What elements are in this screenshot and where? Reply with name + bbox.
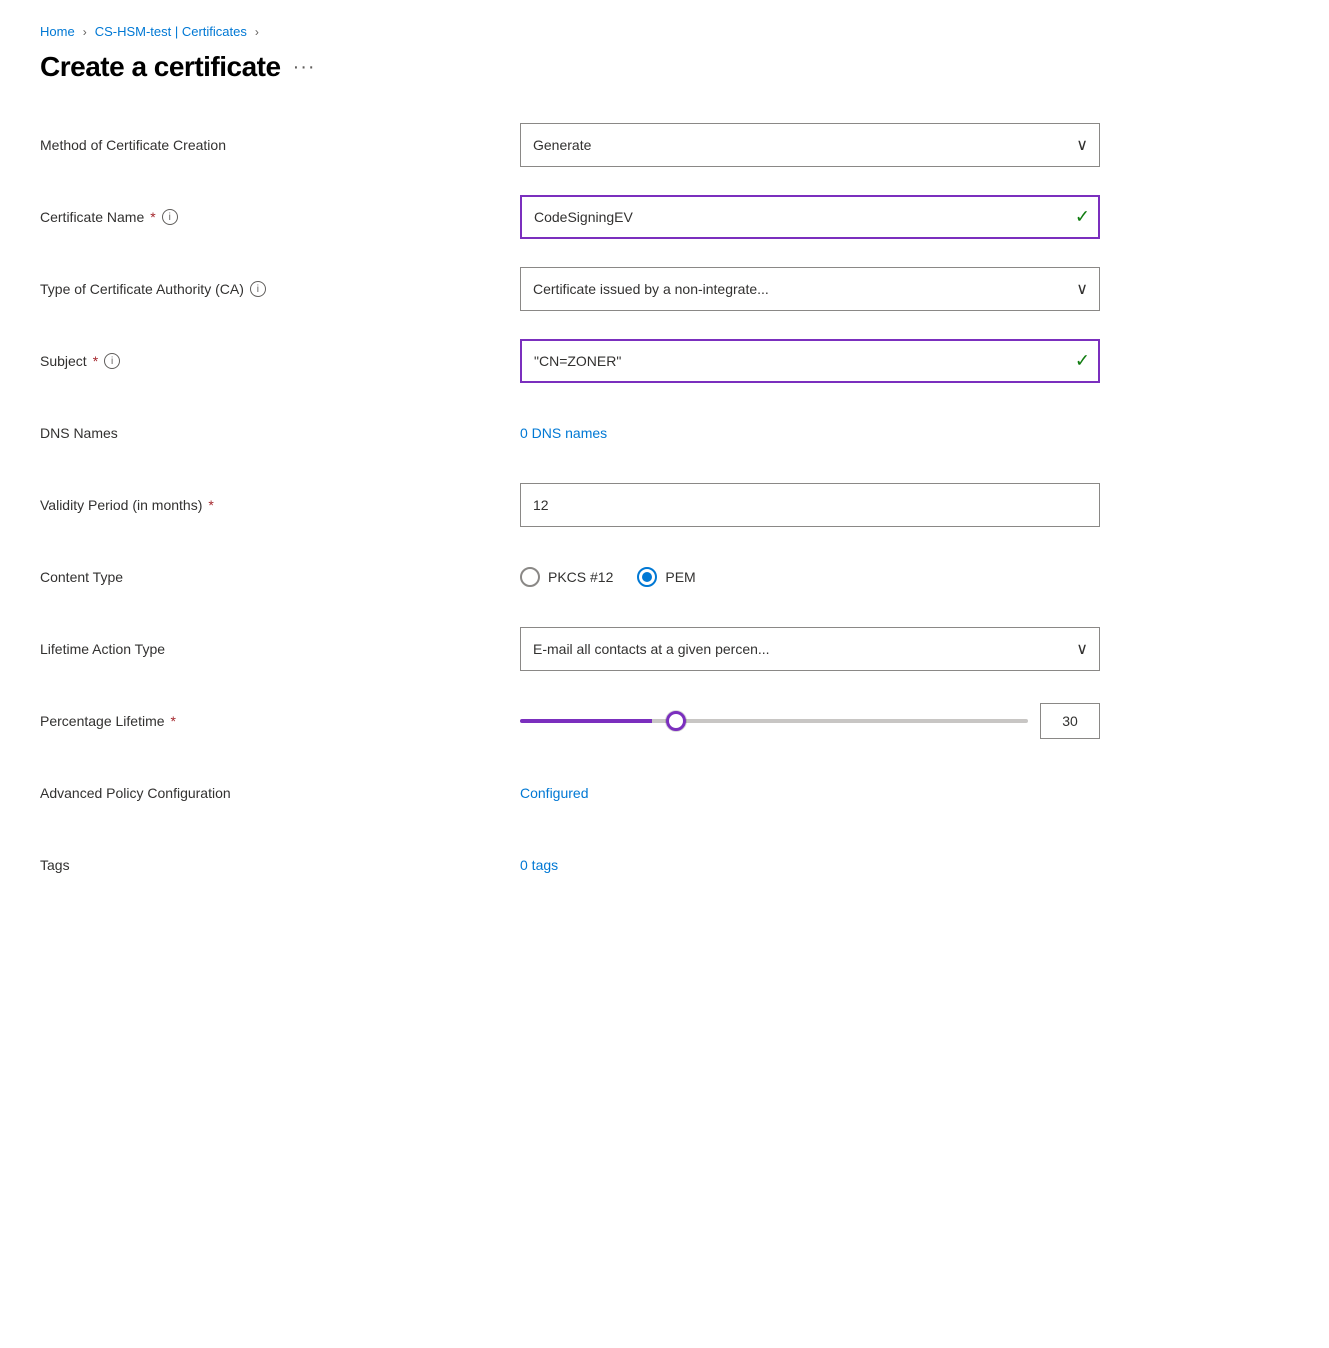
label-percentage-text: Percentage Lifetime [40,713,165,729]
label-validity: Validity Period (in months) * [40,497,520,513]
method-select-wrapper: Generate Import Certificate Policy ∨ [520,123,1100,167]
label-advanced-policy-text: Advanced Policy Configuration [40,785,231,801]
control-tags: 0 tags [520,857,1100,873]
breadcrumb-sep-2: › [255,25,259,39]
form-row-lifetime-action: Lifetime Action Type E-mail all contacts… [40,627,1100,671]
ca-type-select-wrapper: Certificate issued by a non-integrate...… [520,267,1100,311]
form-row-method: Method of Certificate Creation Generate … [40,123,1100,167]
label-subject: Subject * i [40,353,520,369]
required-star-percentage: * [171,713,176,729]
label-percentage: Percentage Lifetime * [40,713,520,729]
lifetime-action-select[interactable]: E-mail all contacts at a given percen...… [520,627,1100,671]
label-method: Method of Certificate Creation [40,137,520,153]
form-row-cert-name: Certificate Name * i ✓ [40,195,1100,239]
form-row-ca-type: Type of Certificate Authority (CA) i Cer… [40,267,1100,311]
form-row-percentage: Percentage Lifetime * 30 [40,699,1100,743]
control-content-type: PKCS #12 PEM [520,567,1100,587]
more-options-button[interactable]: ··· [293,56,316,79]
required-star-subject: * [93,353,98,369]
label-ca-type: Type of Certificate Authority (CA) i [40,281,520,297]
radio-pkcs12-circle [520,567,540,587]
percentage-value-box: 30 [1040,703,1100,739]
required-star-validity: * [208,497,213,513]
form-row-advanced-policy: Advanced Policy Configuration Configured [40,771,1100,815]
label-cert-name-text: Certificate Name [40,209,144,225]
label-ca-type-text: Type of Certificate Authority (CA) [40,281,244,297]
form-row-validity: Validity Period (in months) * [40,483,1100,527]
percentage-slider[interactable] [520,719,1028,723]
label-lifetime-action: Lifetime Action Type [40,641,520,657]
radio-pem-circle [637,567,657,587]
breadcrumb: Home › CS-HSM-test | Certificates › [40,24,1289,39]
subject-input[interactable] [520,339,1100,383]
label-validity-text: Validity Period (in months) [40,497,202,513]
subject-check-icon: ✓ [1075,351,1090,372]
label-content-type: Content Type [40,569,520,585]
form-row-subject: Subject * i ✓ [40,339,1100,383]
form-row-content-type: Content Type PKCS #12 PEM [40,555,1100,599]
control-subject: ✓ [520,339,1100,383]
subject-input-wrapper: ✓ [520,339,1100,383]
required-star-cert-name: * [150,209,155,225]
control-validity [520,483,1100,527]
tags-link[interactable]: 0 tags [520,857,558,873]
label-lifetime-action-text: Lifetime Action Type [40,641,165,657]
info-icon-subject[interactable]: i [104,353,120,369]
radio-pkcs12-label: PKCS #12 [548,569,613,585]
breadcrumb-sep-1: › [83,25,87,39]
radio-pem[interactable]: PEM [637,567,695,587]
lifetime-action-select-wrapper: E-mail all contacts at a given percen...… [520,627,1100,671]
label-subject-text: Subject [40,353,87,369]
radio-pkcs12[interactable]: PKCS #12 [520,567,613,587]
label-method-text: Method of Certificate Creation [40,137,226,153]
label-dns-names: DNS Names [40,425,520,441]
cert-name-input-wrapper: ✓ [520,195,1100,239]
page-header: Create a certificate ··· [40,51,1289,83]
form-row-dns-names: DNS Names 0 DNS names [40,411,1100,455]
create-certificate-form: Method of Certificate Creation Generate … [40,123,1100,887]
breadcrumb-certificates[interactable]: CS-HSM-test | Certificates [95,24,247,39]
method-select[interactable]: Generate Import Certificate Policy [520,123,1100,167]
validity-input[interactable] [520,483,1100,527]
label-cert-name: Certificate Name * i [40,209,520,225]
advanced-policy-link[interactable]: Configured [520,785,589,801]
percentage-value: 30 [1062,713,1078,729]
label-dns-names-text: DNS Names [40,425,118,441]
control-percentage: 30 [520,703,1100,739]
label-tags-text: Tags [40,857,70,873]
breadcrumb-home[interactable]: Home [40,24,75,39]
control-method: Generate Import Certificate Policy ∨ [520,123,1100,167]
info-icon-cert-name[interactable]: i [162,209,178,225]
radio-pem-inner [642,572,652,582]
content-type-radio-group: PKCS #12 PEM [520,567,1100,587]
ca-type-select[interactable]: Certificate issued by a non-integrate...… [520,267,1100,311]
cert-name-check-icon: ✓ [1075,207,1090,228]
label-advanced-policy: Advanced Policy Configuration [40,785,520,801]
control-advanced-policy: Configured [520,785,1100,801]
control-dns-names: 0 DNS names [520,425,1100,441]
info-icon-ca-type[interactable]: i [250,281,266,297]
radio-pem-label: PEM [665,569,695,585]
cert-name-input[interactable] [520,195,1100,239]
control-cert-name: ✓ [520,195,1100,239]
control-ca-type: Certificate issued by a non-integrate...… [520,267,1100,311]
label-content-type-text: Content Type [40,569,123,585]
percentage-slider-container: 30 [520,703,1100,739]
page-title: Create a certificate [40,51,281,83]
label-tags: Tags [40,857,520,873]
dns-names-link[interactable]: 0 DNS names [520,425,607,441]
control-lifetime-action: E-mail all contacts at a given percen...… [520,627,1100,671]
form-row-tags: Tags 0 tags [40,843,1100,887]
